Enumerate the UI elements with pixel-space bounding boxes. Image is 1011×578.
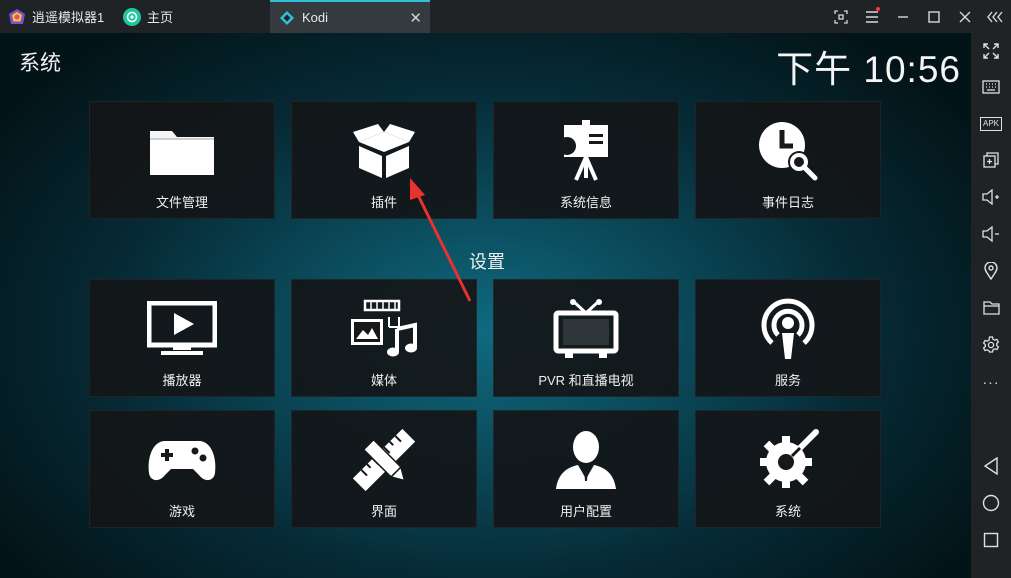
notification-dot bbox=[876, 7, 880, 11]
tile-addons[interactable]: 插件 bbox=[291, 101, 477, 219]
menu-icon[interactable] bbox=[856, 0, 887, 33]
tile-media[interactable]: 媒体 bbox=[291, 279, 477, 397]
tile-label: 媒体 bbox=[370, 373, 397, 388]
tile-label: PVR 和直播电视 bbox=[538, 373, 634, 388]
minimize-icon[interactable] bbox=[887, 0, 918, 33]
title-bar: 逍遥模拟器1 主页 Kodi ✕ bbox=[0, 0, 1011, 33]
folder-icon[interactable] bbox=[971, 293, 1011, 323]
emulator-logo-icon bbox=[8, 8, 26, 26]
tab-kodi-label: Kodi bbox=[302, 10, 329, 25]
tile-label: 服务 bbox=[774, 373, 801, 388]
home-icon[interactable] bbox=[971, 488, 1011, 518]
tile-games[interactable]: 游戏 bbox=[89, 410, 275, 528]
kodi-logo-icon bbox=[278, 9, 296, 27]
more-icon[interactable]: ··· bbox=[971, 367, 1011, 397]
tile-label: 播放器 bbox=[162, 373, 202, 388]
clock: 下午 10:56 bbox=[776, 49, 961, 90]
volume-down-icon[interactable] bbox=[971, 219, 1011, 249]
tile-label: 系统 bbox=[774, 504, 801, 519]
maximize-icon[interactable] bbox=[918, 0, 949, 33]
tile-interface[interactable]: 界面 bbox=[291, 410, 477, 528]
gamepad-icon bbox=[147, 427, 217, 493]
pencil-ruler-icon bbox=[353, 427, 415, 493]
tab-home[interactable]: 主页 bbox=[115, 0, 270, 33]
tile-pvr-live-tv[interactable]: PVR 和直播电视 bbox=[493, 279, 679, 397]
gears-icon bbox=[756, 427, 820, 493]
tile-label: 系统信息 bbox=[559, 195, 612, 210]
back-icon[interactable] bbox=[971, 451, 1011, 481]
location-icon[interactable] bbox=[971, 256, 1011, 286]
tile-services[interactable]: 服务 bbox=[695, 279, 881, 397]
fullscreen-icon[interactable] bbox=[971, 36, 1011, 66]
tab-emulator[interactable]: 逍遥模拟器1 bbox=[0, 0, 115, 33]
collapse-sidebar-icon[interactable] bbox=[980, 0, 1011, 33]
monitor-play-icon bbox=[147, 296, 217, 362]
tile-label: 游戏 bbox=[168, 504, 195, 519]
tile-label: 文件管理 bbox=[155, 195, 208, 210]
page-title: 系统 bbox=[19, 52, 61, 75]
tile-system-info[interactable]: 系统信息 bbox=[493, 101, 679, 219]
apk-label: APK bbox=[979, 117, 1002, 131]
close-icon[interactable] bbox=[949, 0, 980, 33]
presentation-icon bbox=[562, 118, 610, 184]
media-icon bbox=[349, 296, 419, 362]
box-icon bbox=[351, 118, 417, 184]
folder-icon bbox=[147, 118, 217, 184]
tab-kodi[interactable]: Kodi ✕ bbox=[270, 0, 430, 33]
window-controls bbox=[825, 0, 1011, 33]
tile-system[interactable]: 系统 bbox=[695, 410, 881, 528]
section-label-settings: 设置 bbox=[469, 252, 505, 272]
tile-label: 界面 bbox=[370, 504, 397, 519]
volume-up-icon[interactable] bbox=[971, 182, 1011, 212]
tile-profiles[interactable]: 用户配置 bbox=[493, 410, 679, 528]
close-tab-icon[interactable]: ✕ bbox=[409, 9, 422, 27]
multi-window-icon[interactable] bbox=[971, 145, 1011, 175]
apk-icon[interactable]: APK bbox=[971, 109, 1011, 139]
keyboard-icon[interactable] bbox=[971, 72, 1011, 102]
screenshot-icon[interactable] bbox=[825, 0, 856, 33]
tile-label: 用户配置 bbox=[559, 504, 612, 519]
emulator-sidebar: APK ··· bbox=[971, 33, 1011, 578]
tile-file-manager[interactable]: 文件管理 bbox=[89, 101, 275, 219]
tile-event-log[interactable]: 事件日志 bbox=[695, 101, 881, 219]
tile-label: 插件 bbox=[370, 195, 397, 210]
tile-label: 事件日志 bbox=[761, 195, 814, 210]
clock-search-icon bbox=[757, 118, 819, 184]
user-icon bbox=[554, 427, 618, 493]
tile-player[interactable]: 播放器 bbox=[89, 279, 275, 397]
tv-icon bbox=[553, 296, 619, 362]
podcast-icon bbox=[758, 296, 818, 362]
tab-home-label: 主页 bbox=[147, 10, 174, 25]
recents-icon[interactable] bbox=[971, 525, 1011, 555]
settings-icon[interactable] bbox=[971, 330, 1011, 360]
tab-emulator-label: 逍遥模拟器1 bbox=[32, 10, 105, 25]
home-app-icon bbox=[123, 7, 141, 26]
kodi-settings-screen: 系统 下午 10:56 文件管理 插件 系统信息 事件日志 设置 播放器 媒体 … bbox=[0, 33, 971, 578]
